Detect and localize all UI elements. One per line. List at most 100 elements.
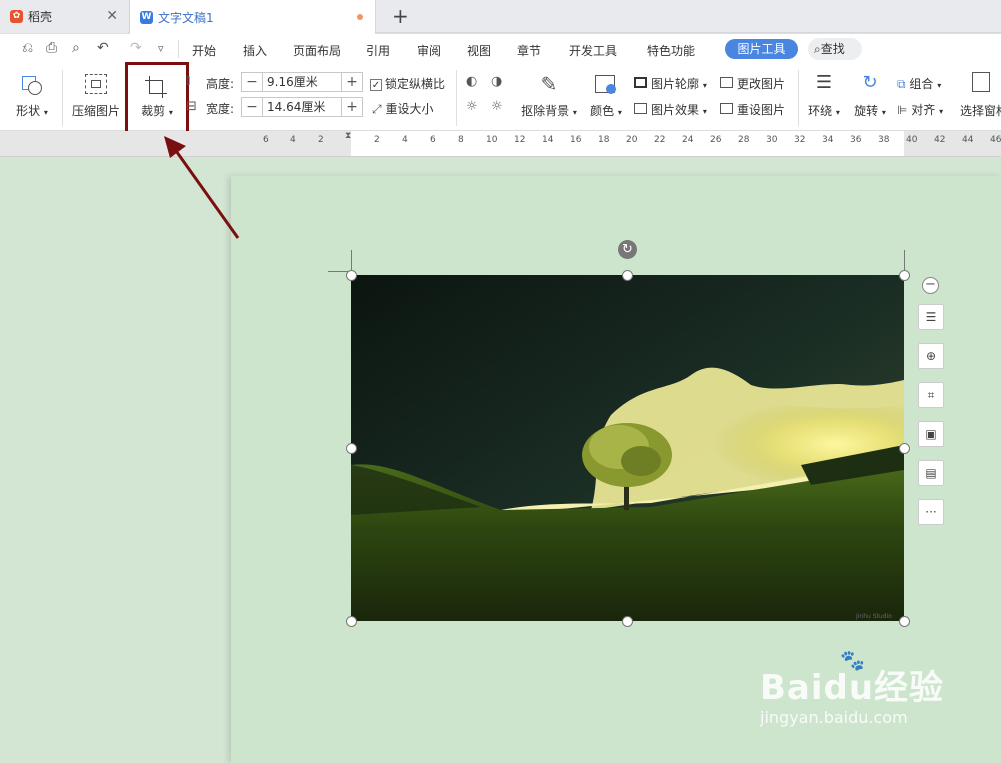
tab-docer[interactable]: ✿ 稻壳 ✕ bbox=[0, 0, 128, 33]
shape-icon bbox=[12, 72, 52, 98]
shape-button[interactable]: 形状 ▾ bbox=[12, 72, 52, 119]
format-painter-icon[interactable]: ⎌ bbox=[22, 40, 33, 56]
dropdown-arrow-icon: ▾ bbox=[702, 107, 707, 116]
picture-outline-button[interactable]: 图片轮廓 ▾ bbox=[634, 75, 707, 92]
ruler-tick-label: 4 bbox=[290, 135, 296, 145]
lock-ratio-label: 锁定纵横比 bbox=[385, 77, 446, 91]
rotate-label: 旋转 bbox=[854, 104, 879, 118]
menu-view[interactable]: 视图 bbox=[467, 42, 491, 59]
search-button[interactable]: ⌕查找 bbox=[808, 38, 862, 60]
rotate-button[interactable]: ↻ 旋转 ▾ bbox=[850, 72, 890, 119]
increase-width-button[interactable]: + bbox=[342, 99, 362, 115]
change-picture-button[interactable]: 更改图片 bbox=[720, 75, 785, 92]
tab-label: 稻壳 bbox=[28, 10, 53, 24]
indent-marker-icon[interactable]: ⧗ bbox=[345, 131, 351, 141]
landscape-image: Jinhu Studio bbox=[351, 275, 904, 621]
resize-handle-top-left[interactable] bbox=[346, 270, 357, 281]
height-stepper[interactable]: − 9.16厘米 + bbox=[241, 72, 363, 92]
width-stepper[interactable]: − 14.64厘米 + bbox=[241, 97, 363, 117]
selection-pane-button[interactable]: 选择窗格 bbox=[958, 72, 1001, 119]
reset-picture-button[interactable]: 重设图片 bbox=[720, 101, 785, 118]
annotation-arrow bbox=[164, 136, 240, 239]
crop-icon[interactable]: ⌗ bbox=[918, 382, 944, 408]
menu-insert[interactable]: 插入 bbox=[243, 42, 267, 59]
ruler-tick-label: 36 bbox=[850, 135, 862, 145]
zoom-in-icon[interactable]: ⊕ bbox=[918, 343, 944, 369]
menu-start[interactable]: 开始 bbox=[192, 42, 216, 59]
group-icon: ⧉ bbox=[897, 77, 906, 91]
wps-writer-icon: W bbox=[140, 10, 153, 24]
menu-review[interactable]: 审阅 bbox=[417, 42, 441, 59]
menu-section[interactable]: 章节 bbox=[517, 42, 541, 59]
contrast-increase-icon[interactable]: ◐ bbox=[466, 74, 477, 89]
picture-effect-icon bbox=[634, 103, 647, 114]
color-button[interactable]: 颜色 ▾ bbox=[586, 72, 626, 119]
increase-height-button[interactable]: + bbox=[342, 74, 362, 90]
resize-handle-bottom[interactable] bbox=[622, 616, 633, 627]
group-label: 组合 bbox=[909, 77, 934, 91]
close-icon[interactable]: ✕ bbox=[106, 8, 118, 24]
compress-picture-button[interactable]: 压缩图片 bbox=[70, 72, 122, 119]
dropdown-arrow-icon: ▾ bbox=[881, 108, 886, 117]
selected-picture[interactable]: Jinhu Studio bbox=[351, 275, 904, 621]
layout-options-icon[interactable]: ☰ bbox=[918, 304, 944, 330]
change-picture-icon[interactable]: ▤ bbox=[918, 460, 944, 486]
brightness-increase-icon[interactable]: ☼ bbox=[466, 99, 478, 114]
ruler-tick-label: 14 bbox=[542, 135, 554, 145]
decrease-width-button[interactable]: − bbox=[242, 99, 262, 115]
width-value[interactable]: 14.64厘米 bbox=[262, 98, 342, 116]
resize-handle-top-right[interactable] bbox=[899, 270, 910, 281]
more-options-button[interactable]: ··· bbox=[918, 499, 944, 525]
menu-special[interactable]: 特色功能 bbox=[647, 42, 695, 59]
align-button[interactable]: ⊫ 对齐 ▾ bbox=[897, 101, 943, 118]
picture-effect-button[interactable]: 图片效果 ▾ bbox=[634, 101, 707, 118]
contrast-decrease-icon[interactable]: ◑ bbox=[491, 74, 502, 89]
remove-background-button[interactable]: ✎ 抠除背景 ▾ bbox=[518, 72, 580, 119]
height-label: 高度: bbox=[206, 77, 235, 91]
decrease-height-button[interactable]: − bbox=[242, 74, 262, 90]
ruler-tick-label: 32 bbox=[794, 135, 806, 145]
ruler-tick-label: 24 bbox=[682, 135, 694, 145]
resize-handle-right[interactable] bbox=[899, 443, 910, 454]
resize-handle-top[interactable] bbox=[622, 270, 633, 281]
resize-handle-left[interactable] bbox=[346, 443, 357, 454]
resize-handle-bottom-right[interactable] bbox=[899, 616, 910, 627]
ruler-tick-label: 34 bbox=[822, 135, 834, 145]
undo-icon[interactable]: ↶ bbox=[97, 40, 109, 56]
dropdown-arrow-icon: ▾ bbox=[835, 108, 840, 117]
reset-size-button[interactable]: ⤢ 重设大小 bbox=[372, 100, 433, 117]
height-value[interactable]: 9.16厘米 bbox=[262, 73, 342, 91]
brightness-decrease-icon[interactable]: ☼ bbox=[491, 99, 503, 114]
picture-to-text-icon[interactable]: ▣ bbox=[918, 421, 944, 447]
ruler-tick-label: 40 bbox=[906, 135, 918, 145]
ruler-tick-label: 6 bbox=[430, 135, 436, 145]
wrap-label: 环绕 bbox=[808, 104, 833, 118]
ruler-tick-label: 44 bbox=[962, 135, 974, 145]
ruler-tick-label: 16 bbox=[570, 135, 582, 145]
wrap-button[interactable]: ☰ 环绕 ▾ bbox=[804, 72, 844, 119]
resize-handle-bottom-left[interactable] bbox=[346, 616, 357, 627]
ruler-tick-label: 4 bbox=[402, 135, 408, 145]
quick-access-dropdown-icon[interactable]: ▿ bbox=[158, 42, 164, 55]
rotate-handle-icon[interactable]: ↻ bbox=[618, 240, 637, 259]
print-preview-icon[interactable]: ⌕ bbox=[72, 40, 80, 56]
redo-icon[interactable]: ↷ bbox=[130, 40, 142, 56]
tab-picture-tools[interactable]: 图片工具 bbox=[725, 39, 798, 59]
lock-ratio-checkbox[interactable]: ✓ 锁定纵横比 bbox=[370, 75, 445, 92]
dropdown-arrow-icon: ▾ bbox=[572, 108, 577, 117]
reset-picture-icon bbox=[720, 103, 733, 114]
group-button[interactable]: ⧉ 组合 ▾ bbox=[897, 75, 941, 92]
search-icon: ⌕ bbox=[814, 42, 821, 56]
ruler-tick-label: 2 bbox=[374, 135, 380, 145]
menu-developer[interactable]: 开发工具 bbox=[569, 42, 617, 59]
print-icon[interactable]: ⎙ bbox=[46, 40, 57, 56]
menu-references[interactable]: 引用 bbox=[366, 42, 390, 59]
menu-page-layout[interactable]: 页面布局 bbox=[293, 42, 341, 59]
ruler-tick-label: 6 bbox=[263, 135, 269, 145]
divider bbox=[798, 70, 799, 126]
compress-icon bbox=[70, 72, 122, 98]
collapse-toolbar-button[interactable]: − bbox=[922, 277, 939, 294]
new-tab-button[interactable]: + bbox=[392, 4, 409, 28]
rotate-icon: ↻ bbox=[862, 72, 878, 93]
tab-document[interactable]: W 文字文稿1 bbox=[129, 0, 376, 34]
